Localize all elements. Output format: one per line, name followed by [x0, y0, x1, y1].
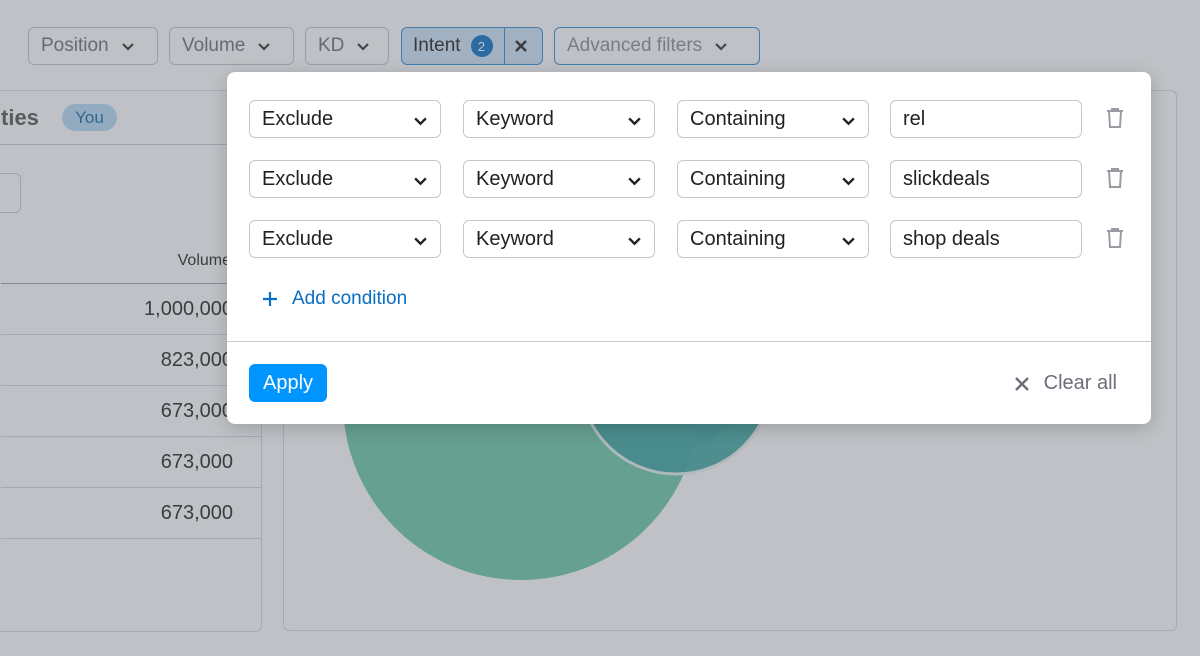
operator-value: Containing: [690, 107, 786, 130]
chevron-down-icon: [842, 177, 855, 186]
operator-value: Containing: [690, 227, 786, 250]
operator-select[interactable]: Containing: [677, 220, 869, 258]
condition-value-input[interactable]: [890, 220, 1082, 258]
condition-value-input[interactable]: [890, 160, 1082, 198]
trash-icon[interactable]: [1105, 227, 1125, 249]
include-exclude-select[interactable]: Exclude: [249, 100, 441, 138]
clear-all-button[interactable]: Clear all: [1014, 372, 1117, 395]
operator-select[interactable]: Containing: [677, 100, 869, 138]
plus-icon: [263, 292, 277, 306]
popup-divider: [227, 341, 1151, 342]
field-select[interactable]: Keyword: [463, 160, 655, 198]
include-exclude-value: Exclude: [262, 227, 334, 250]
chevron-down-icon: [842, 117, 855, 126]
trash-icon[interactable]: [1105, 107, 1125, 129]
include-exclude-select[interactable]: Exclude: [249, 160, 441, 198]
field-select[interactable]: Keyword: [463, 100, 655, 138]
field-value: Keyword: [476, 167, 554, 190]
field-value: Keyword: [476, 227, 554, 250]
include-exclude-value: Exclude: [262, 107, 334, 130]
clear-all-label: Clear all: [1043, 372, 1117, 394]
condition-row: Exclude Keyword Containing: [249, 160, 1129, 198]
chevron-down-icon: [628, 117, 641, 126]
field-select[interactable]: Keyword: [463, 220, 655, 258]
condition-row: Exclude Keyword Containing: [249, 220, 1129, 258]
chevron-down-icon: [628, 237, 641, 246]
add-condition-label: Add condition: [292, 288, 408, 309]
close-icon: [1014, 376, 1029, 391]
chevron-down-icon: [414, 237, 427, 246]
include-exclude-select[interactable]: Exclude: [249, 220, 441, 258]
apply-button[interactable]: Apply: [249, 364, 327, 402]
advanced-filters-popup: Exclude Keyword Containing Exclude Keywo…: [227, 72, 1151, 424]
chevron-down-icon: [414, 177, 427, 186]
include-exclude-value: Exclude: [262, 167, 334, 190]
chevron-down-icon: [628, 177, 641, 186]
operator-select[interactable]: Containing: [677, 160, 869, 198]
operator-value: Containing: [690, 167, 786, 190]
condition-value-input[interactable]: [890, 100, 1082, 138]
field-value: Keyword: [476, 107, 554, 130]
trash-icon[interactable]: [1105, 167, 1125, 189]
chevron-down-icon: [414, 117, 427, 126]
add-condition-button[interactable]: Add condition: [262, 288, 407, 310]
chevron-down-icon: [842, 237, 855, 246]
condition-row: Exclude Keyword Containing: [249, 100, 1129, 138]
